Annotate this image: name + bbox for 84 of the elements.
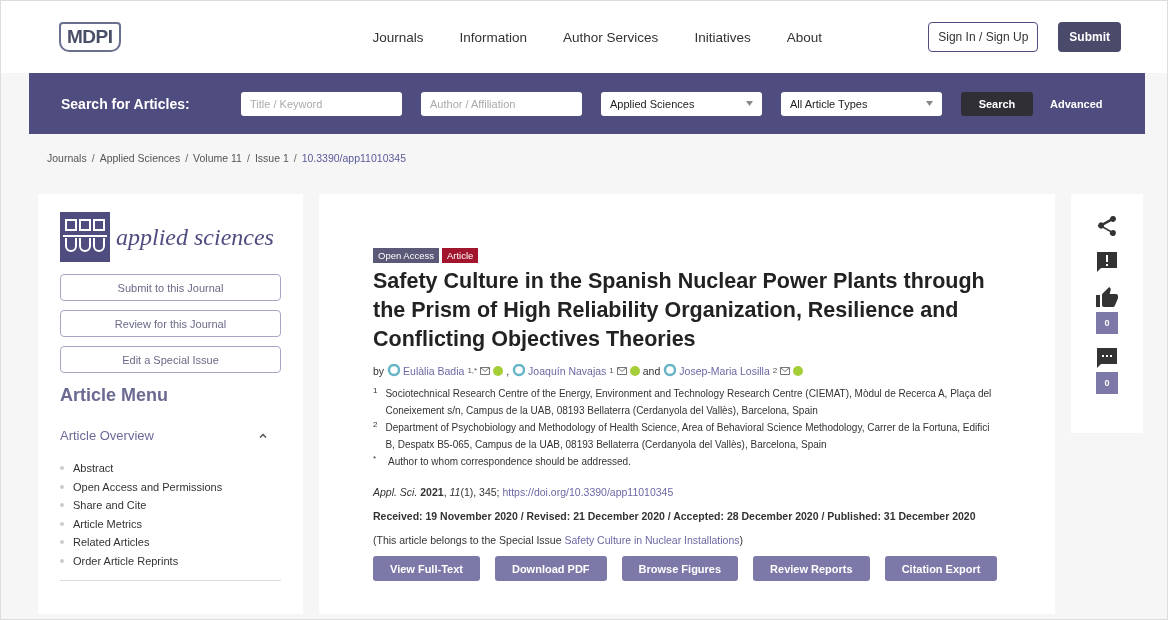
affiliation-mark: * (373, 453, 378, 465)
action-button[interactable]: View Full-Text (373, 556, 480, 581)
share-icon[interactable] (1095, 214, 1119, 238)
dropdown[interactable]: Applied Sciences (601, 91, 762, 116)
author-link[interactable]: Eulàlia Badia (403, 364, 465, 377)
menu-item[interactable]: Related Articles (73, 536, 150, 549)
breadcrumb-separator: / (246, 152, 250, 164)
breadcrumb-separator: / (185, 152, 189, 164)
journal-button[interactable]: Review for this Journal (60, 310, 281, 337)
bullet-icon (60, 521, 64, 526)
nav-link[interactable]: Initiatives (694, 29, 751, 45)
journal-logo-icon (60, 212, 110, 262)
nav-link[interactable]: Journals (372, 29, 424, 45)
thumbs-up-icon[interactable] (1094, 286, 1120, 310)
special-issue-link[interactable]: Safety Culture in Nuclear Installations (564, 534, 740, 546)
submit-button[interactable]: Submit (1058, 22, 1121, 52)
sign-in-button[interactable]: Sign In / Sign Up (928, 22, 1039, 52)
breadcrumb-separator: / (91, 152, 95, 164)
search-button[interactable]: Search (961, 91, 1033, 116)
article-badge: Article (442, 248, 479, 263)
affiliation-text: Sociotechnical Research Centre of the Energy, Environment and Technology Research Centre (CIEMAT), Mòdul de Recerca A, Plaça del Coneixement s/n, Campus de la UAB, 08193 Bellaterra (Cerdanyola del Vallès), Barcelona, Spain (385, 387, 993, 418)
bullet-icon (60, 484, 64, 489)
journal-button[interactable]: Edit a Special Issue (60, 346, 281, 373)
citation-text: Appl. Sci. 2021, 11(1), 345; (373, 486, 501, 498)
nav-link[interactable]: Author Services (563, 29, 659, 45)
nav-link[interactable]: Information (459, 29, 528, 45)
breadcrumb-link[interactable]: Volume 11 (193, 152, 242, 164)
menu-item[interactable]: Article Metrics (73, 517, 143, 530)
author-link[interactable]: Joaquín Navajas (528, 364, 607, 377)
chevron-up-icon[interactable] (259, 433, 267, 438)
breadcrumb-link[interactable]: 10.3390/app11010345 (301, 152, 406, 164)
journal-button[interactable]: Submit to this Journal (60, 274, 281, 301)
and-label: and (642, 364, 661, 377)
mail-icon[interactable] (616, 366, 627, 375)
menu-item[interactable]: Open Access and Permissions (73, 480, 223, 493)
bullet-icon (60, 466, 64, 471)
person-icon (387, 364, 401, 377)
doi-link[interactable]: https://doi.org/10.3390/app11010345 (502, 486, 674, 498)
affiliation-text: Department of Psychobiology and Methodology of Health Science, Area of Behavioral Science Methodology, Carrer de la Fortuna, Edifici B, Despatx B5-065, Campus de la UAB, 08193 Bellaterra (Cerdanyola del Vallès), Barcelona, Spain (385, 421, 991, 452)
publication-dates: Received: 19 November 2020 / Revised: 21 December 2020 / Accepted: 28 December 2020 / Published: 31 December 2020 (373, 510, 977, 522)
author-link[interactable]: Josep-Maria Losilla (679, 364, 770, 377)
breadcrumb-link[interactable]: Journals (47, 152, 87, 164)
menu-title: Article Menu (60, 385, 170, 406)
special-issue-note: (This article belongs to the Special Issue Safety Culture in Nuclear Installations) (373, 534, 745, 546)
journal-name: applied sciences (116, 223, 274, 251)
article-title: Safety Culture in the Spanish Nuclear Power Plants through the Prism of High Reliability Organization, Resilience and Conflicting Objectives Theories (373, 268, 986, 353)
person-icon (663, 364, 677, 377)
breadcrumb-link[interactable]: Applied Sciences (99, 152, 181, 164)
mail-icon[interactable] (780, 366, 791, 375)
mail-icon[interactable] (480, 366, 491, 375)
author-superscript: 2 (772, 366, 778, 375)
action-button[interactable]: Browse Figures (621, 556, 739, 581)
comment-icon[interactable] (1095, 346, 1119, 370)
search-label: Search for Articles: (61, 95, 191, 112)
mdpi-logo[interactable]: MDPI (59, 22, 121, 52)
author-superscript: 1,* (467, 366, 478, 375)
affiliation-mark: 1 (373, 385, 378, 397)
action-button[interactable]: Download PDF (494, 556, 607, 581)
person-icon (512, 364, 526, 377)
action-button[interactable]: Review Reports (753, 556, 870, 581)
article-badge: Open Access (373, 248, 439, 263)
dropdown[interactable]: All Article Types (781, 91, 942, 116)
affiliation-mark: 2 (373, 419, 378, 431)
report-icon[interactable] (1095, 250, 1119, 274)
bullet-icon (60, 503, 64, 508)
dropdown-caret-icon (926, 101, 933, 106)
bullet-icon (60, 540, 64, 545)
action-button[interactable]: Citation Export (884, 556, 998, 581)
affiliation-text: Author to whom correspondence should be addressed. (388, 455, 631, 469)
section-title[interactable]: Article Overview (60, 428, 154, 443)
menu-item[interactable]: Abstract (73, 462, 114, 475)
nav-link[interactable]: About (786, 29, 822, 45)
menu-item[interactable]: Share and Cite (73, 499, 147, 512)
count-badge: 0 (1096, 312, 1118, 334)
breadcrumb-separator: / (293, 152, 297, 164)
comma: , (506, 364, 510, 377)
menu-item[interactable]: Order Article Reprints (73, 554, 179, 567)
advanced-link[interactable]: Advanced (1050, 97, 1103, 110)
dropdown-caret-icon (746, 101, 753, 106)
by-label: by (373, 364, 385, 377)
count-badge: 0 (1096, 372, 1118, 394)
author-superscript: 1 (609, 366, 614, 375)
breadcrumb-link[interactable]: Issue 1 (254, 152, 289, 164)
bullet-icon (60, 558, 64, 563)
